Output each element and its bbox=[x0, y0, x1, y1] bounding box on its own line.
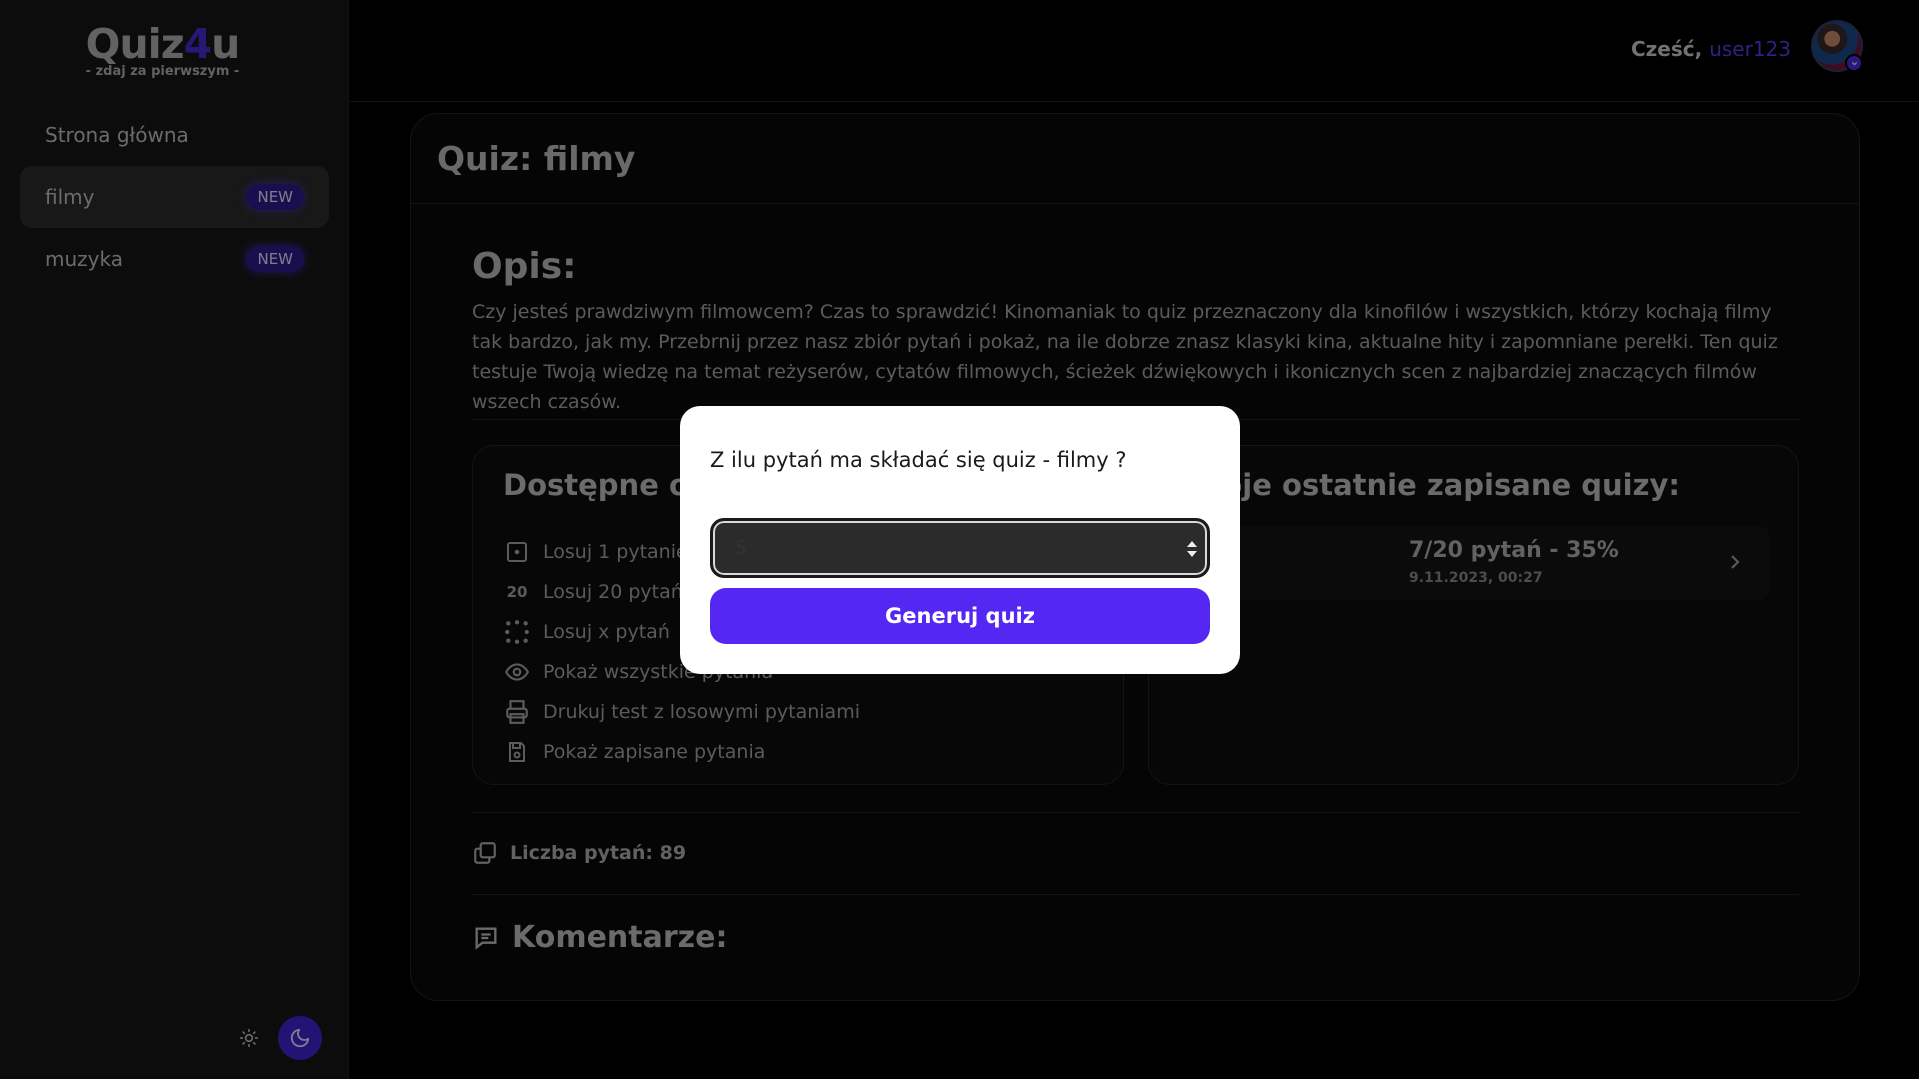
app: Quiz4u - zdaj za pierwszym - Strona głów… bbox=[0, 0, 1919, 1079]
chevron-down-icon[interactable] bbox=[1187, 551, 1197, 557]
generate-quiz-button[interactable]: Generuj quiz bbox=[710, 588, 1210, 644]
number-stepper[interactable] bbox=[1187, 541, 1197, 557]
chevron-up-icon[interactable] bbox=[1187, 541, 1197, 547]
modal-question: Z ilu pytań ma składać się quiz - filmy … bbox=[710, 448, 1127, 472]
input-value: 5 bbox=[735, 537, 748, 559]
question-count-input[interactable]: 5 bbox=[710, 518, 1210, 578]
question-count-modal: Z ilu pytań ma składać się quiz - filmy … bbox=[680, 406, 1240, 674]
